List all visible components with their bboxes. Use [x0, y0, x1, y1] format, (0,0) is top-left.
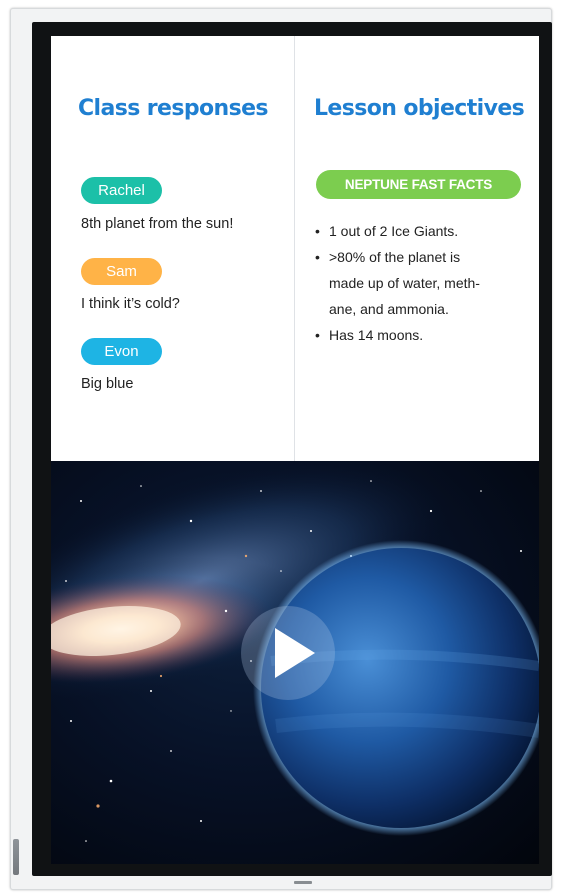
response-name-pill[interactable]: Rachel [81, 177, 162, 204]
response-name-pill[interactable]: Sam [81, 258, 162, 285]
lesson-objectives-title: Lesson objectives [314, 96, 525, 121]
fact-item: • Has 14 moons. [315, 322, 525, 348]
column-divider [294, 36, 295, 461]
bottom-logo-mark [294, 881, 312, 884]
fact-text: ane, and ammonia. [329, 301, 449, 317]
response-name-pill[interactable]: Evon [81, 338, 162, 365]
response-text: I think it’s cold? [81, 296, 180, 312]
facts-list: • 1 out of 2 Ice Giants. • >80% of the p… [315, 218, 525, 348]
fact-text: Has 14 moons. [329, 327, 424, 343]
response-text: 8th planet from the sun! [81, 216, 234, 232]
fact-item: • >80% of the planet is made up of water… [315, 244, 525, 322]
fact-text: >80% of the planet is [329, 249, 461, 265]
side-logo-mark [13, 839, 19, 875]
play-icon [275, 628, 315, 678]
neptune-fast-facts-badge[interactable]: NEPTUNE FAST FACTS [316, 170, 521, 199]
bullet-icon: • [315, 327, 320, 343]
class-responses-title: Class responses [78, 96, 268, 121]
bullet-icon: • [315, 249, 320, 265]
fact-text: made up of water, meth- [329, 275, 480, 291]
response-text: Big blue [81, 376, 134, 392]
fact-item: • 1 out of 2 Ice Giants. [315, 218, 525, 244]
lesson-panel: Class responses Rachel 8th planet from t… [51, 36, 539, 461]
screen: Class responses Rachel 8th planet from t… [51, 36, 539, 864]
play-button[interactable] [241, 606, 335, 700]
fact-text: 1 out of 2 Ice Giants. [329, 223, 459, 239]
video-player[interactable] [51, 461, 539, 864]
bullet-icon: • [315, 223, 320, 239]
